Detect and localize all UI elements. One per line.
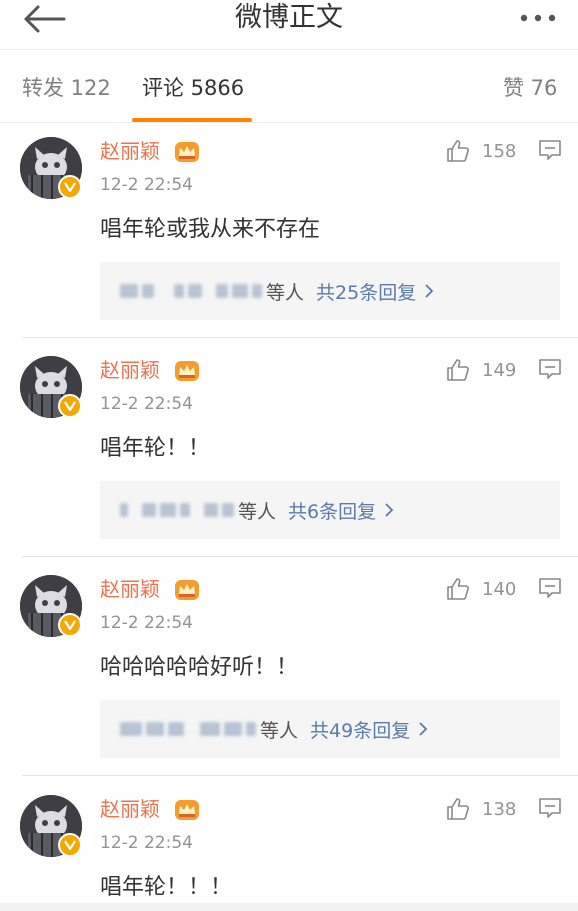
verified-v-icon <box>58 613 82 637</box>
reply-count-link[interactable]: 共6条回复 <box>288 497 376 524</box>
blurred-usernames <box>120 719 260 739</box>
tab-like[interactable]: 赞 76 <box>503 73 557 103</box>
replies-summary[interactable]: 等人 共6条回复 <box>100 481 560 539</box>
thumbs-up-icon <box>447 578 469 600</box>
reply-count-link[interactable]: 共25条回复 <box>316 278 416 305</box>
comment-username[interactable]: 赵丽颖 <box>100 575 160 603</box>
comment-text: 唱年轮或我从来不存在 <box>100 217 321 242</box>
verified-v-icon <box>58 175 82 199</box>
comment-bubble-icon[interactable] <box>538 139 562 161</box>
comment-text: 哈哈哈哈哈好听！！ <box>100 655 299 680</box>
comment-item: 赵丽颖 12-2 22:54 138 唱年轮！！！ <box>0 795 578 903</box>
replies-summary[interactable]: 等人 共25条回复 <box>100 262 560 320</box>
comment-username[interactable]: 赵丽颖 <box>100 356 160 384</box>
comment-time: 12-2 22:54 <box>100 833 193 853</box>
crown-icon <box>175 580 199 600</box>
thumbs-up-icon <box>447 798 469 820</box>
comment-text: 唱年轮！！！ <box>100 875 233 900</box>
comment-bubble-icon[interactable] <box>538 358 562 380</box>
blurred-usernames <box>120 281 266 301</box>
crown-icon <box>175 142 199 162</box>
comment-item: 赵丽颖 12-2 22:54 158 唱年轮或我从来不存在 等人 共25条回复 <box>0 137 578 338</box>
divider <box>22 556 578 557</box>
tab-comment[interactable]: 评论 5866 <box>142 73 244 103</box>
active-tab-indicator <box>132 118 252 122</box>
reply-suffix: 等人 <box>238 500 277 523</box>
like-count: 158 <box>482 140 517 162</box>
reply-count-link[interactable]: 共49条回复 <box>310 716 410 743</box>
thumbs-up-icon <box>447 140 469 162</box>
bottom-edge <box>0 903 578 911</box>
comment-username[interactable]: 赵丽颖 <box>100 795 160 823</box>
comment-bubble-icon[interactable] <box>538 577 562 599</box>
like-button[interactable]: 140 <box>446 575 516 603</box>
reply-suffix: 等人 <box>260 719 299 742</box>
comment-text: 唱年轮！！ <box>100 436 211 461</box>
comment-time: 12-2 22:54 <box>100 394 193 414</box>
comment-username[interactable]: 赵丽颖 <box>100 137 160 165</box>
tab-repost[interactable]: 转发 122 <box>22 73 111 103</box>
tab-bar: 转发 122 评论 5866 赞 76 <box>0 51 578 123</box>
comment-time: 12-2 22:54 <box>100 175 193 195</box>
chevron-right-icon <box>385 503 394 517</box>
page-title: 微博正文 <box>235 2 343 33</box>
chevron-right-icon <box>425 284 434 298</box>
divider <box>22 337 578 338</box>
comment-item: 赵丽颖 12-2 22:54 149 唱年轮！！ 等人 共6条回复 <box>0 356 578 557</box>
like-count: 149 <box>482 359 517 381</box>
blurred-usernames <box>120 500 238 520</box>
like-count: 140 <box>482 578 517 600</box>
more-dots-icon <box>520 14 556 22</box>
comment-item: 赵丽颖 12-2 22:54 140 哈哈哈哈哈好听！！ 等人 共49条回复 <box>0 575 578 776</box>
verified-v-icon <box>58 394 82 418</box>
verified-v-icon <box>58 833 82 857</box>
like-button[interactable]: 138 <box>446 795 516 823</box>
reply-suffix: 等人 <box>266 281 305 304</box>
like-count: 138 <box>482 798 517 820</box>
more-button[interactable] <box>518 6 558 30</box>
comment-bubble-icon[interactable] <box>538 797 562 819</box>
top-bar: 微博正文 <box>0 0 578 50</box>
thumbs-up-icon <box>447 359 469 381</box>
like-button[interactable]: 149 <box>446 356 516 384</box>
crown-icon <box>175 800 199 820</box>
comment-time: 12-2 22:54 <box>100 613 193 633</box>
replies-summary[interactable]: 等人 共49条回复 <box>100 700 560 758</box>
like-button[interactable]: 158 <box>446 137 516 165</box>
chevron-right-icon <box>419 722 428 736</box>
divider <box>22 775 578 776</box>
crown-icon <box>175 361 199 381</box>
